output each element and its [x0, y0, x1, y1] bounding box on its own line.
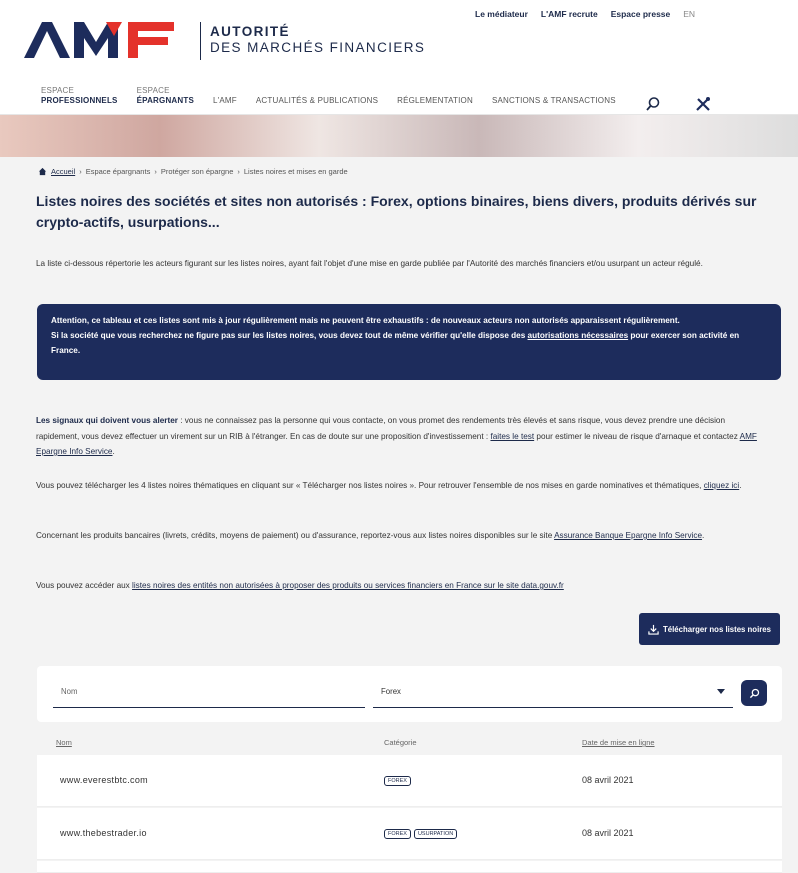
nav-amf[interactable]: L'AMF	[213, 96, 237, 106]
column-header-category: Catégorie	[384, 738, 417, 747]
bank-end: .	[702, 531, 705, 540]
nav-pro-small: ESPACE	[41, 86, 75, 95]
column-header-date[interactable]: Date de mise en ligne	[582, 738, 655, 747]
category-value: Forex	[381, 687, 401, 696]
tools-icon[interactable]	[695, 96, 711, 112]
download-icon	[648, 624, 659, 635]
download-lists-button[interactable]: Télécharger nos listes noires	[639, 613, 780, 645]
breadcrumb-sep: ›	[79, 167, 82, 176]
nav-espace-professionnels[interactable]: ESPACE PROFESSIONNELS	[41, 86, 118, 106]
download-text: Vous pouvez télécharger les 4 listes noi…	[36, 478, 768, 494]
category-tag: FOREX	[384, 829, 411, 839]
cliquez-ici-link[interactable]: cliquez ici	[704, 481, 740, 490]
nav-actualites[interactable]: ACTUALITÉS & PUBLICATIONS	[256, 96, 378, 106]
datagouv-text: Vous pouvez accéder aux listes noires de…	[36, 578, 768, 594]
row-date: 08 avril 2021	[582, 828, 634, 838]
category-tag: USURPATION	[413, 829, 458, 839]
site-header: AUTORITÉ DES MARCHÉS FINANCIERS Le média…	[0, 0, 798, 115]
row-categories: FOREX USURPATION	[384, 829, 458, 839]
search-icon	[749, 688, 759, 698]
nav-icons	[645, 96, 711, 112]
nav-reglementation[interactable]: RÉGLEMENTATION	[397, 96, 473, 106]
top-link-mediateur[interactable]: Le médiateur	[475, 9, 528, 19]
search-icon[interactable]	[645, 96, 661, 112]
breadcrumb-current: Listes noires et mises en garde	[243, 167, 348, 176]
breadcrumb-epargnants[interactable]: Espace épargnants	[86, 167, 151, 176]
page-title: Listes noires des sociétés et sites non …	[36, 193, 757, 230]
table-row[interactable]: www.everestbtc.com FOREX 08 avril 2021	[37, 755, 782, 807]
download-body: Vous pouvez télécharger les 4 listes noi…	[36, 481, 704, 490]
top-links: Le médiateur L'AMF recrute Espace presse…	[475, 9, 695, 19]
signals-end: .	[112, 447, 115, 456]
breadcrumb-sep: ›	[154, 167, 157, 176]
category-select[interactable]: Forex	[373, 678, 733, 708]
bank-text: Concernant les produits bancaires (livre…	[36, 528, 768, 544]
test-link[interactable]: faites le test	[490, 432, 534, 441]
category-tag: FOREX	[384, 776, 411, 786]
column-header-name[interactable]: Nom	[56, 738, 72, 747]
alert-line-1: Attention, ce tableau et ces listes sont…	[51, 316, 680, 325]
download-end: .	[739, 481, 742, 490]
nav-espace-epargnants[interactable]: ESPACE ÉPARGNANTS	[137, 86, 194, 106]
top-link-presse[interactable]: Espace presse	[611, 9, 671, 19]
brand-line-2: DES MARCHÉS FINANCIERS	[210, 40, 426, 55]
chevron-down-icon	[717, 689, 725, 694]
nav-epa-small: ESPACE	[136, 86, 170, 95]
top-link-recrute[interactable]: L'AMF recrute	[541, 9, 598, 19]
table-row[interactable]: www.thebestrader.io FOREX USURPATION 08 …	[37, 808, 782, 860]
language-switch[interactable]: EN	[683, 9, 695, 19]
authorisations-link[interactable]: autorisations nécessaires	[528, 331, 629, 340]
signals-body-2: pour estimer le niveau de risque d'arnaq…	[534, 431, 740, 441]
nav-pro-strong: PROFESSIONNELS	[41, 96, 118, 105]
search-submit-button[interactable]	[741, 680, 767, 706]
page-banner-image	[0, 115, 798, 157]
brand-name: AUTORITÉ DES MARCHÉS FINANCIERS	[210, 24, 425, 56]
search-panel: Nom Forex	[37, 666, 782, 722]
datagouv-body: Vous pouvez accéder aux	[36, 581, 133, 590]
main-nav: ESPACE PROFESSIONNELS ESPACE ÉPARGNANTS …	[41, 86, 616, 106]
row-name: www.everestbtc.com	[60, 775, 148, 785]
table-row[interactable]	[37, 861, 782, 873]
breadcrumb-sep: ›	[237, 167, 240, 176]
logo-divider	[200, 22, 201, 60]
bank-body: Concernant les produits bancaires (livre…	[36, 531, 555, 540]
breadcrumb-home[interactable]: Accueil	[51, 167, 75, 176]
download-button-label: Télécharger nos listes noires	[663, 624, 771, 634]
signals-heading: Les signaux qui doivent vous alerter	[36, 416, 178, 425]
home-icon	[38, 167, 47, 176]
name-input[interactable]: Nom	[53, 678, 365, 708]
breadcrumb-proteger[interactable]: Protéger son épargne	[161, 167, 234, 176]
nav-sanctions[interactable]: SANCTIONS & TRANSACTIONS	[492, 96, 616, 106]
breadcrumb: Accueil › Espace épargnants › Protéger s…	[38, 167, 348, 176]
row-date: 08 avril 2021	[582, 775, 634, 785]
warning-alert: Attention, ce tableau et ces listes sont…	[37, 304, 781, 380]
amf-logo[interactable]	[24, 20, 184, 60]
brand-line-1: AUTORITÉ	[210, 24, 290, 39]
datagouv-link[interactable]: listes noires des entités non autorisées…	[132, 581, 564, 590]
alert-line-2-start: Si la société que vous recherchez ne fig…	[51, 331, 528, 340]
row-categories: FOREX	[384, 776, 411, 786]
signals-text: Les signaux qui doivent vous alerter : v…	[36, 413, 768, 460]
nav-epa-strong: ÉPARGNANTS	[136, 96, 195, 105]
row-name: www.thebestrader.io	[60, 828, 147, 838]
intro-text: La liste ci-dessous répertorie les acteu…	[36, 259, 703, 268]
assurance-banque-link[interactable]: Assurance Banque Epargne Info Service	[554, 531, 702, 540]
